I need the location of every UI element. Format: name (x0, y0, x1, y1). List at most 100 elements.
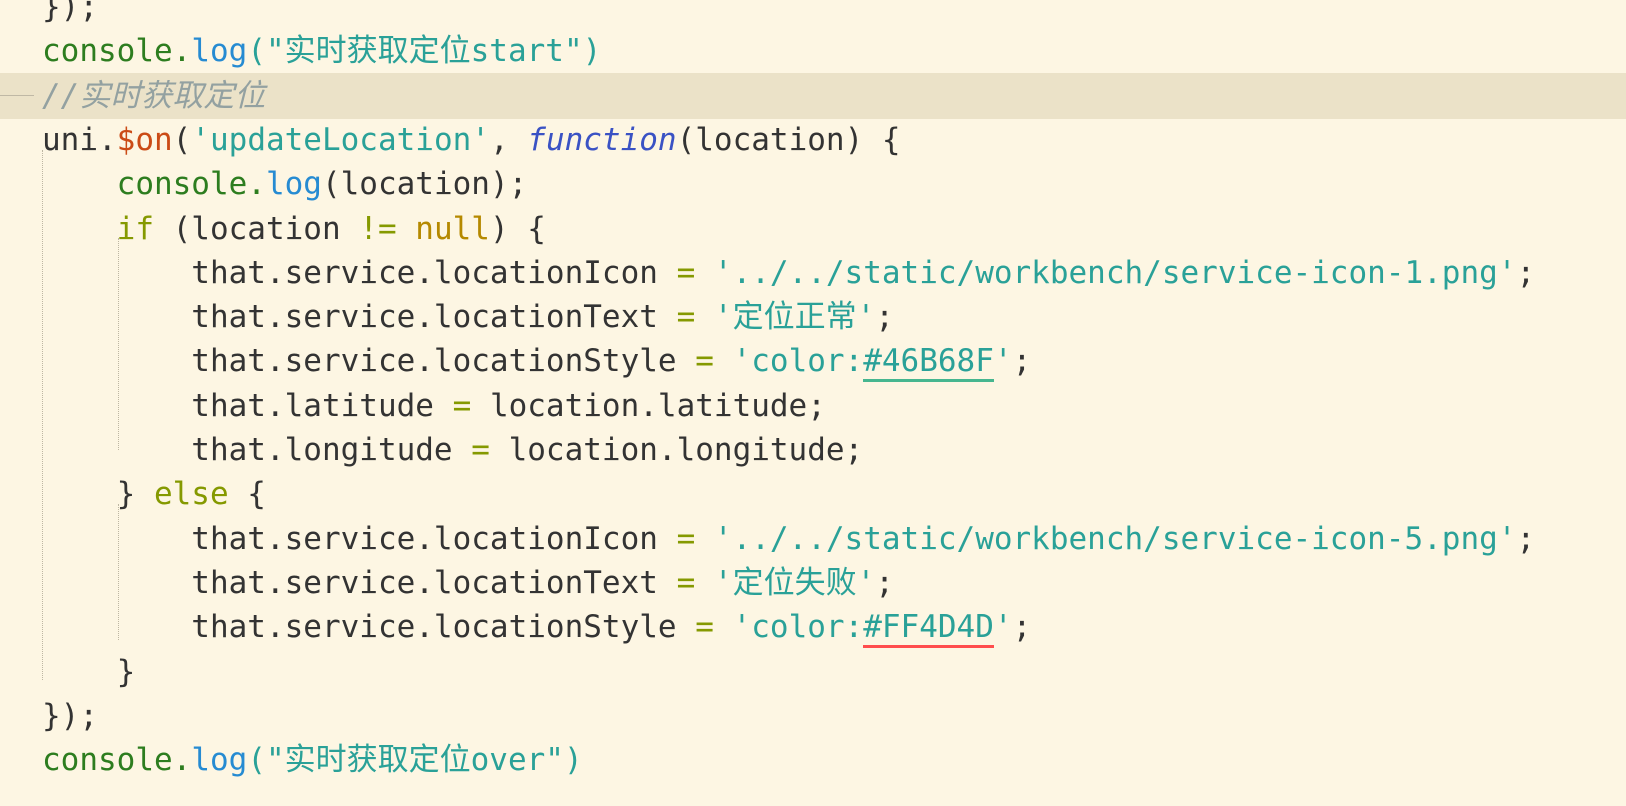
code-token: }); (42, 697, 98, 734)
code-token: ; (875, 299, 894, 336)
code-token: 'color: (732, 609, 864, 646)
code-token: console. (42, 33, 192, 70)
code-text: console.log("实时获取定位start") (42, 28, 601, 74)
code-line[interactable]: that.service.locationIcon = '../../stati… (0, 516, 1626, 562)
code-line[interactable]: } (0, 649, 1626, 695)
code-token: function (527, 121, 677, 158)
code-token: ( (172, 121, 192, 158)
code-token: #FF4D4D (863, 609, 994, 649)
code-token: ; (1516, 254, 1536, 291)
code-token: = (695, 343, 714, 380)
code-line[interactable]: }); (0, 693, 1626, 739)
code-text: }); (42, 0, 98, 30)
code-token: ("实时获取定位over") (247, 742, 583, 779)
code-line-current[interactable]: //实时获取定位 (0, 72, 1626, 119)
code-token: null (415, 210, 490, 247)
code-token: '../../static/workbench/service-icon-1.p… (713, 254, 1517, 291)
code-token: //实时获取定位 (42, 77, 266, 114)
code-token: = (695, 609, 714, 646)
code-text: that.service.locationStyle = 'color:#FF4… (42, 604, 1031, 650)
code-text: that.service.locationStyle = 'color:#46B… (42, 338, 1031, 384)
code-token: ; (1012, 609, 1032, 646)
code-token: location.longitude; (489, 432, 864, 468)
code-token: console. (42, 742, 192, 779)
code-token: != (359, 210, 397, 247)
code-token: (location); (321, 166, 528, 203)
code-token: that.service.locationStyle (42, 343, 696, 380)
code-line[interactable]: if (location != null) { (0, 206, 1626, 252)
code-token: that.service.locationIcon (42, 520, 677, 557)
code-token: that.service.locationText (42, 564, 677, 601)
code-text: that.latitude = location.latitude; (42, 383, 826, 429)
code-token: else (153, 476, 229, 513)
code-text: that.service.locationText = '定位失败'; (42, 560, 894, 606)
code-token: , (489, 121, 528, 158)
code-line[interactable]: that.service.locationText = '定位失败'; (0, 560, 1626, 606)
code-text: //实时获取定位 (42, 73, 265, 119)
code-token: { (228, 476, 266, 513)
code-token: ; (1516, 520, 1536, 557)
code-token: $on (116, 121, 173, 158)
code-token: ) { (489, 210, 546, 247)
code-token: (location) { (676, 121, 901, 158)
code-line[interactable]: that.service.locationText = '定位正常'; (0, 294, 1626, 340)
code-line[interactable]: that.service.locationStyle = 'color:#46B… (0, 338, 1626, 384)
code-token: = (676, 520, 696, 557)
code-token: that.service.locationStyle (42, 609, 696, 646)
code-token: '定位正常' (713, 299, 876, 336)
code-token: ' (993, 609, 1013, 646)
code-token: that.latitude (42, 387, 453, 424)
code-token: '定位失败' (713, 564, 876, 601)
code-token: }); (42, 0, 98, 25)
code-text: if (location != null) { (42, 206, 546, 252)
code-token: #46B68F (863, 343, 994, 383)
code-token: ; (1012, 343, 1032, 380)
code-token: that.longitude (42, 432, 472, 468)
code-line[interactable]: } else { (0, 471, 1626, 517)
code-token: log (265, 166, 322, 203)
code-line[interactable]: that.latitude = location.latitude; (0, 383, 1626, 429)
code-token: '../../static/workbench/service-icon-5.p… (713, 520, 1517, 557)
code-line[interactable]: console.log(location); (0, 161, 1626, 207)
code-token: = (676, 299, 696, 336)
code-line[interactable]: that.service.locationIcon = '../../stati… (0, 250, 1626, 296)
code-line[interactable]: uni.$on('updateLocation', function(locat… (0, 117, 1626, 163)
code-line[interactable]: that.service.locationStyle = 'color:#FF4… (0, 604, 1626, 650)
code-token: that.service.locationIcon (42, 254, 677, 291)
code-token: log (191, 742, 248, 779)
code-token: ' (993, 343, 1013, 380)
code-token: } (42, 476, 154, 513)
code-token: ("实时获取定位start") (247, 33, 602, 70)
code-line[interactable]: console.log("实时获取定位start") (0, 28, 1626, 74)
code-token: } (42, 653, 136, 690)
code-text: } (42, 649, 136, 695)
code-text: that.longitude = location.longitude; (42, 427, 863, 473)
code-line[interactable]: that.longitude = location.longitude; (0, 427, 1626, 473)
code-token: = (676, 564, 696, 601)
code-text: } else { (42, 471, 266, 517)
code-text: }); (42, 693, 98, 739)
code-token: 'color: (732, 343, 864, 380)
code-token: console. (116, 166, 266, 203)
code-token: location.latitude; (471, 387, 826, 424)
code-token: (location (153, 210, 360, 247)
code-line[interactable]: }); (0, 0, 1626, 30)
code-editor[interactable]: }); console.log("实时获取定位start")//实时获取定位 uni… (0, 0, 1626, 806)
code-token: = (471, 432, 490, 468)
code-token: = (452, 387, 472, 424)
code-token: that.service.locationText (42, 299, 677, 336)
code-line[interactable]: console.log("实时获取定位over") (0, 737, 1626, 783)
code-text: console.log(location); (42, 161, 528, 207)
code-token: 'updateLocation' (191, 121, 490, 158)
code-text: that.service.locationIcon = '../../stati… (42, 516, 1535, 562)
code-text: uni.$on('updateLocation', function(locat… (42, 117, 901, 163)
code-text: that.service.locationText = '定位正常'; (42, 294, 894, 340)
